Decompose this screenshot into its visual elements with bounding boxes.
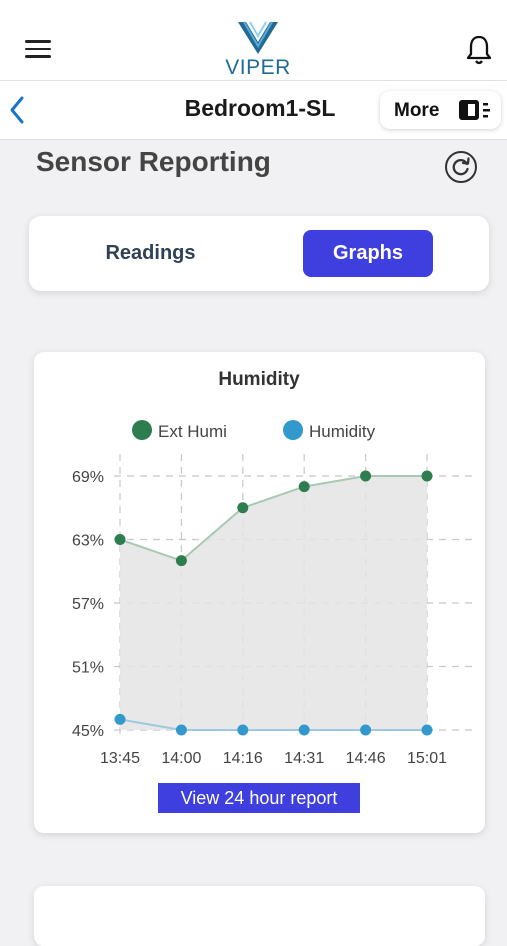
y-tick-label: 45% (72, 723, 104, 740)
y-tick-label: 63% (72, 533, 104, 550)
data-point-1-5 (421, 724, 433, 736)
data-point-0-2 (237, 502, 249, 514)
app-header: VIPER (0, 0, 507, 81)
data-point-0-5 (421, 470, 433, 482)
view-24-hour-report-button[interactable]: View 24 hour report (158, 783, 360, 813)
x-tick-label: 14:16 (223, 750, 263, 767)
data-point-1-3 (298, 724, 310, 736)
more-button[interactable]: More (380, 91, 501, 129)
humidity-chart-card: Humidity Ext Humi Humidity 69% 63% 57% 51% 45% 1… (34, 352, 485, 833)
tab-readings[interactable]: Readings (99, 230, 202, 277)
legend-label-0: Ext Humi (158, 422, 227, 441)
bell-icon[interactable] (464, 34, 494, 66)
logo-text: VIPER (225, 56, 291, 79)
next-chart-card (34, 886, 485, 946)
section-title: Sensor Reporting (36, 146, 271, 177)
viper-logo-mark-icon (238, 21, 278, 54)
y-tick-label: 51% (72, 660, 104, 677)
data-point-0-1 (175, 555, 187, 567)
x-tick-label: 13:45 (100, 750, 140, 767)
viper-logo: VIPER (213, 20, 303, 79)
tab-graphs[interactable]: Graphs (303, 230, 433, 277)
legend-marker-0 (132, 420, 152, 440)
view-toggle: Readings Graphs (29, 216, 489, 291)
x-tick-label: 14:00 (161, 750, 201, 767)
data-point-1-4 (360, 724, 372, 736)
data-point-1-0 (114, 713, 126, 725)
panel-menu-icon (458, 99, 492, 121)
hamburger-menu-icon[interactable] (25, 40, 51, 60)
more-label: More (394, 100, 440, 121)
legend-marker-1 (283, 420, 303, 440)
legend-label-1: Humidity (309, 422, 376, 441)
series-area-ext-humi (120, 476, 427, 730)
data-point-1-1 (175, 724, 187, 736)
y-tick-label: 57% (72, 596, 104, 613)
humidity-chart: Humidity Ext Humi Humidity 69% 63% 57% 51% 45% 1… (72, 369, 474, 767)
page-title: Bedroom1-SL (184, 95, 336, 121)
y-tick-label: 69% (72, 469, 104, 486)
data-point-0-3 (298, 481, 310, 493)
navigation-bar: Bedroom1-SL More (0, 81, 507, 140)
x-tick-label: 14:31 (284, 750, 324, 767)
x-tick-label: 14:46 (346, 750, 386, 767)
refresh-icon[interactable] (444, 150, 478, 184)
data-point-1-2 (237, 724, 249, 736)
data-point-0-4 (360, 470, 372, 482)
x-tick-label: 15:01 (407, 750, 447, 767)
chevron-left-icon[interactable] (6, 95, 28, 125)
chart-title: Humidity (218, 369, 300, 390)
data-point-0-0 (114, 534, 126, 545)
